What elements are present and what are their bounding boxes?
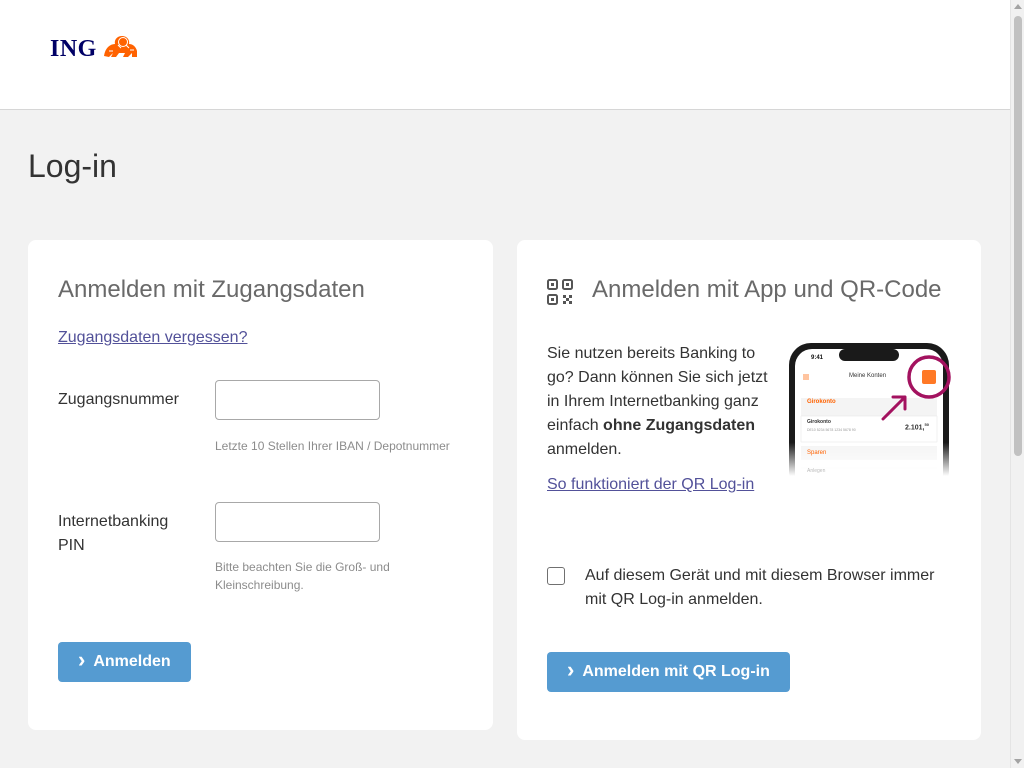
phone-time: 9:41: [811, 355, 824, 361]
pin-hint-line2: Kleinschreibung.: [215, 578, 304, 592]
ing-logo[interactable]: ING: [50, 34, 139, 65]
always-qr-login-label-line1: Auf diesem Gerät und mit diesem Browser …: [585, 567, 935, 584]
qr-login-button-label: Anmelden mit QR Log-in: [582, 663, 770, 680]
qr-description-line1: Sie nutzen bereits Banking to: [547, 345, 756, 362]
chevron-right-icon: ›: [78, 647, 86, 672]
header: ING: [0, 0, 1010, 110]
page-title: Log-in: [28, 148, 117, 184]
lion-icon: [101, 34, 139, 65]
pin-label: Internetbanking PIN: [58, 510, 168, 558]
page-scrollbar[interactable]: [1010, 0, 1024, 768]
phone-row2-amount-cents: 50: [924, 422, 929, 427]
qr-description-line4: einfach ohne Zugangsdaten: [547, 414, 777, 438]
pin-label-line2: PIN: [58, 537, 85, 554]
pin-hint-line1: Bitte beachten Sie die Groß- und: [215, 560, 390, 574]
login-button[interactable]: › Anmelden: [58, 642, 191, 682]
qr-description-line5: anmelden.: [547, 441, 622, 458]
qr-card: Anmelden mit App und QR-Code Sie nutzen …: [517, 240, 981, 740]
phone-row1-label: Girokonto: [807, 399, 836, 405]
forgot-credentials-link[interactable]: Zugangsdaten vergessen?: [58, 329, 247, 347]
logo-text: ING: [50, 36, 97, 62]
access-number-input[interactable]: [215, 380, 380, 420]
phone-row2-iban: DE10 5234 5678 1234 5678 90: [807, 428, 856, 432]
access-number-hint: Letzte 10 Stellen Ihrer IBAN / Depotnumm…: [215, 439, 450, 453]
phone-row3-label: Sparen: [807, 450, 827, 456]
pin-label-line1: Internetbanking: [58, 513, 169, 530]
scroll-down-arrow-icon[interactable]: [1014, 759, 1022, 764]
qr-description-line2: go? Dann können Sie sich jetzt: [547, 369, 768, 386]
login-button-label: Anmelden: [93, 653, 171, 670]
pin-input[interactable]: [215, 502, 380, 542]
qr-description: Sie nutzen bereits Banking to go? Dann k…: [547, 342, 777, 462]
phone-row2-amount-value: 2.101,: [905, 424, 925, 432]
qr-description-line3: in Ihrem Internetbanking ganz: [547, 393, 759, 410]
qr-description-bold: ohne Zugangsdaten: [603, 417, 756, 434]
phone-row2-label: Girokonto: [807, 419, 831, 425]
pin-hint: Bitte beachten Sie die Groß- und Kleinsc…: [215, 558, 390, 594]
qr-login-button[interactable]: › Anmelden mit QR Log-in: [547, 652, 790, 692]
qr-how-it-works-link[interactable]: So funktioniert der QR Log-in: [547, 476, 754, 494]
phone-row4-label: Anlegen: [807, 468, 826, 474]
qr-card-title: Anmelden mit App und QR-Code: [592, 276, 942, 303]
always-qr-login-label-line2: mit QR Log-in anmelden.: [585, 591, 763, 608]
phone-row2-amount: 2.101,50: [905, 422, 929, 431]
scrollbar-thumb[interactable]: [1014, 16, 1022, 456]
qr-code-icon: [547, 279, 573, 310]
phone-illustration: 9:41 Meine Konten Girokonto Girokonto 2.…: [787, 342, 953, 493]
scroll-up-arrow-icon[interactable]: [1014, 4, 1022, 9]
credentials-card-title: Anmelden mit Zugangsdaten: [58, 276, 365, 303]
always-qr-login-label[interactable]: Auf diesem Gerät und mit diesem Browser …: [585, 564, 934, 612]
always-qr-login-checkbox[interactable]: [547, 567, 565, 585]
chevron-right-icon: ›: [567, 657, 575, 682]
credentials-card: Anmelden mit Zugangsdaten Zugangsdaten v…: [28, 240, 493, 730]
access-number-label: Zugangsnummer: [58, 391, 179, 408]
qr-description-line4-prefix: einfach: [547, 417, 604, 434]
phone-screen-title: Meine Konten: [849, 373, 887, 379]
